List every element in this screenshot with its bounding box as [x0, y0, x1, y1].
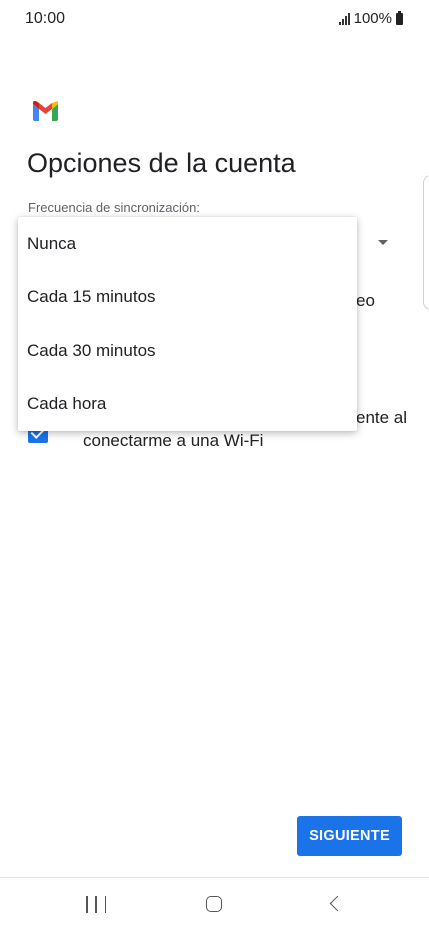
page-title: Opciones de la cuenta: [27, 148, 296, 178]
signal-icon: [338, 12, 350, 25]
sync-frequency-label: Frecuencia de sincronización:: [28, 200, 200, 215]
navigation-bar: [0, 878, 429, 930]
menu-option-never[interactable]: Nunca: [18, 217, 357, 271]
home-icon[interactable]: [206, 896, 222, 912]
dropdown-arrow-icon[interactable]: [378, 240, 388, 245]
menu-option-15-min[interactable]: Cada 15 minutos: [18, 271, 357, 325]
status-indicators: 100%: [338, 10, 403, 27]
wifi-download-label: conectarme a una Wi-Fi: [83, 431, 264, 450]
menu-option-30-min[interactable]: Cada 30 minutos: [18, 324, 357, 378]
obscured-wifi-text: ente al: [356, 408, 408, 427]
menu-option-hourly[interactable]: Cada hora: [18, 378, 357, 432]
recents-icon[interactable]: [86, 896, 106, 913]
battery-icon: [396, 10, 403, 25]
next-button[interactable]: SIGUIENTE: [297, 816, 402, 856]
obscured-option-text: eo: [356, 291, 375, 310]
status-time: 10:00: [25, 10, 66, 27]
status-bar: 10:00 100%: [0, 0, 429, 40]
edge-panel-handle[interactable]: [423, 175, 429, 310]
sync-frequency-menu: Nunca Cada 15 minutos Cada 30 minutos Ca…: [18, 217, 357, 431]
back-icon[interactable]: [329, 895, 346, 912]
screen: 10:00 100% Opciones de la cuenta Frecuen…: [0, 0, 429, 930]
battery-percentage: 100%: [353, 10, 392, 27]
gmail-icon: [33, 101, 58, 121]
